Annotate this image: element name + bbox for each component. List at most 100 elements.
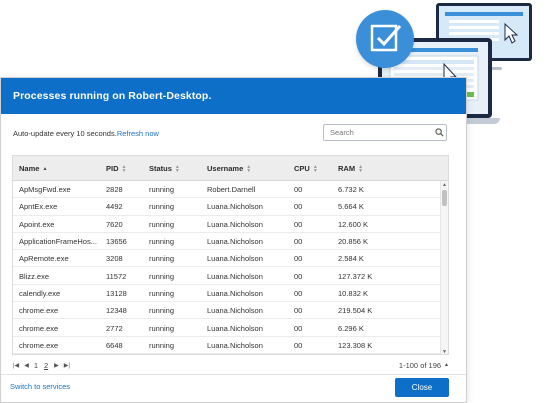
next-page-icon[interactable]: ▶ (54, 362, 59, 369)
cell-status: running (149, 271, 175, 281)
cell-pid: 3208 (106, 254, 123, 264)
column-label: Name (19, 164, 40, 173)
table-row[interactable]: ApMsgFwd.exe 2828 running Robert.Darnell… (13, 181, 442, 199)
sort-ascending-icon: ▲ (42, 165, 48, 172)
page-1-link[interactable]: 1 (34, 361, 38, 370)
cell-name: chrome.exe (19, 340, 59, 350)
table-row[interactable]: chrome.exe 2772 running Luana.Nicholson … (13, 319, 442, 337)
search-box[interactable] (323, 124, 447, 141)
cell-name: chrome.exe (19, 323, 59, 333)
sort-icon: ▲ ▼ (358, 163, 364, 174)
table-scrollbar[interactable]: ▲ ▼ (440, 181, 448, 355)
cell-status: running (149, 219, 175, 229)
process-table: Name ▲ PID ▲ ▼ Status ▲ ▼ Username ▲ ▼ CPU … (12, 155, 449, 355)
cell-name: ApRemote.exe (19, 254, 69, 264)
cell-cpu: 00 (294, 254, 303, 264)
cell-username: Luana.Nicholson (207, 219, 263, 229)
cell-cpu: 00 (294, 340, 303, 350)
checkmark-icon (356, 10, 414, 68)
scroll-up-icon[interactable]: ▲ (441, 181, 448, 188)
cell-name: Apoint.exe (19, 219, 55, 229)
cell-cpu: 00 (294, 323, 303, 333)
table-row[interactable]: Blizz.exe 11572 running Luana.Nicholson … (13, 267, 442, 285)
cell-name: chrome.exe (19, 306, 59, 316)
cell-ram: 219.504 K (338, 306, 373, 316)
table-row[interactable]: calendly.exe 13128 running Luana.Nichols… (13, 285, 442, 303)
column-header-name[interactable]: Name ▲ (19, 156, 47, 181)
page-size-selector[interactable]: 1-100 of 196 ▲ (399, 358, 449, 372)
search-input[interactable] (324, 125, 432, 140)
column-label: Username (207, 164, 244, 173)
cell-cpu: 00 (294, 288, 303, 298)
cell-username: Robert.Darnell (207, 185, 256, 195)
table-row[interactable]: Apoint.exe 7620 running Luana.Nicholson … (13, 216, 442, 233)
prev-page-icon[interactable]: ◀ (24, 362, 29, 369)
dialog-title: Processes running on Robert-Desktop. (13, 90, 212, 102)
scroll-down-icon[interactable]: ▼ (441, 348, 448, 355)
dialog-toolbar: Auto-update every 10 seconds. Refresh no… (13, 123, 447, 143)
caret-up-icon: ▲ (444, 362, 449, 368)
column-label: CPU (294, 164, 310, 173)
cell-username: Luana.Nicholson (207, 237, 263, 247)
sort-icon: ▲ ▼ (121, 163, 127, 174)
table-header: Name ▲ PID ▲ ▼ Status ▲ ▼ Username ▲ ▼ CPU … (13, 156, 448, 181)
table-row[interactable]: chrome.exe 6648 running Luana.Nicholson … (13, 337, 442, 354)
cell-username: Luana.Nicholson (207, 202, 263, 212)
table-row[interactable]: ApRemote.exe 3208 running Luana.Nicholso… (13, 250, 442, 268)
search-icon[interactable] (432, 125, 446, 140)
cell-status: running (149, 323, 175, 333)
cell-status: running (149, 340, 175, 350)
dialog-titlebar: Processes running on Robert-Desktop. (1, 78, 466, 114)
cell-username: Luana.Nicholson (207, 306, 263, 316)
cell-username: Luana.Nicholson (207, 254, 263, 264)
cell-status: running (149, 202, 175, 212)
first-page-icon[interactable]: |◀ (13, 362, 19, 369)
cell-pid: 13656 (106, 237, 127, 247)
scroll-thumb[interactable] (442, 190, 447, 206)
last-page-icon[interactable]: ▶| (64, 362, 70, 369)
pagination: |◀ ◀ 1 2 ▶ ▶| 1-100 of 196 ▲ (13, 358, 449, 372)
cell-status: running (149, 254, 175, 264)
cell-ram: 123.308 K (338, 340, 373, 350)
cell-username: Luana.Nicholson (207, 288, 263, 298)
cell-cpu: 00 (294, 237, 303, 247)
cell-ram: 2.584 K (338, 254, 364, 264)
cell-status: running (149, 185, 175, 195)
cell-pid: 6648 (106, 340, 123, 350)
column-header-username[interactable]: Username ▲ ▼ (207, 156, 251, 181)
cell-ram: 6.732 K (338, 185, 364, 195)
column-label: PID (106, 164, 119, 173)
column-header-status[interactable]: Status ▲ ▼ (149, 156, 180, 181)
page-2-link[interactable]: 2 (44, 361, 48, 370)
cell-pid: 2828 (106, 185, 123, 195)
cell-cpu: 00 (294, 202, 303, 212)
column-header-cpu[interactable]: CPU ▲ ▼ (294, 156, 318, 181)
cell-username: Luana.Nicholson (207, 271, 263, 281)
cell-ram: 12.600 K (338, 219, 369, 229)
cell-pid: 11572 (106, 271, 127, 281)
cell-pid: 7620 (106, 219, 123, 229)
cell-cpu: 00 (294, 306, 303, 316)
cell-cpu: 00 (294, 185, 303, 195)
cell-status: running (149, 237, 175, 247)
cell-ram: 127.372 K (338, 271, 373, 281)
cell-name: calendly.exe (19, 288, 61, 298)
table-row[interactable]: ApplicationFrameHos... 13656 running Lua… (13, 233, 442, 251)
auto-update-text: Auto-update every 10 seconds. (13, 128, 117, 138)
sort-icon: ▲ ▼ (174, 163, 180, 174)
cell-ram: 6.296 K (338, 323, 364, 333)
close-button[interactable]: Close (395, 378, 449, 397)
table-row[interactable]: ApntEx.exe 4492 running Luana.Nicholson … (13, 198, 442, 216)
cell-ram: 20.856 K (338, 237, 369, 247)
cell-name: Blizz.exe (19, 271, 50, 281)
column-header-ram[interactable]: RAM ▲ ▼ (338, 156, 363, 181)
cell-pid: 2772 (106, 323, 123, 333)
column-label: RAM (338, 164, 356, 173)
cell-cpu: 00 (294, 219, 303, 229)
switch-to-services-link[interactable]: Switch to services (10, 382, 70, 391)
cell-status: running (149, 306, 175, 316)
table-row[interactable]: chrome.exe 12348 running Luana.Nicholson… (13, 302, 442, 320)
cell-pid: 12348 (106, 306, 127, 316)
column-header-pid[interactable]: PID ▲ ▼ (106, 156, 126, 181)
refresh-now-link[interactable]: Refresh now (117, 129, 159, 138)
